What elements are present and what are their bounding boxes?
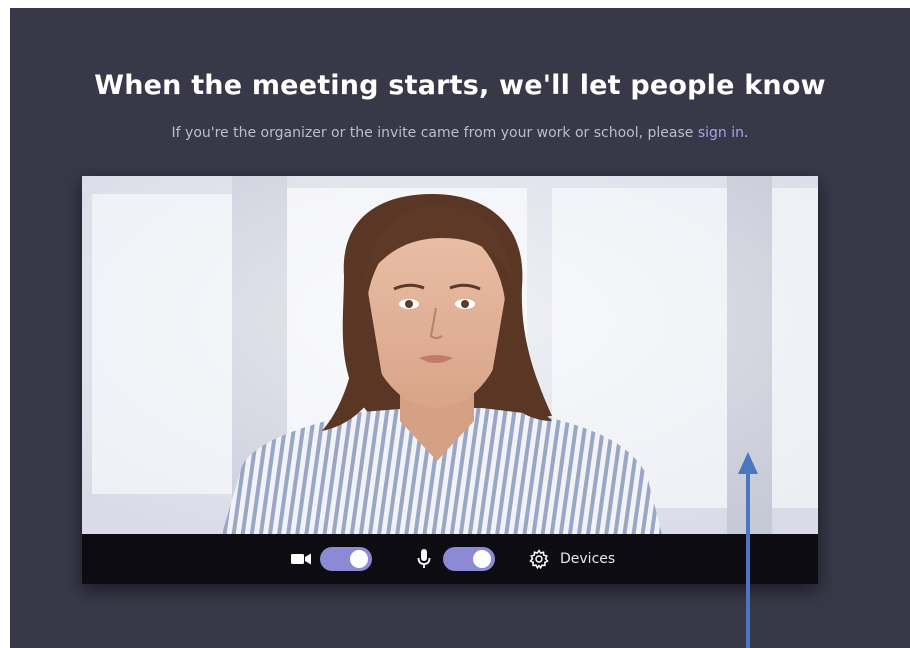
microphone-icon: [413, 548, 435, 570]
camera-toggle[interactable]: [320, 547, 372, 571]
sign-in-hint-text: If you're the organizer or the invite ca…: [171, 125, 698, 141]
sign-in-link[interactable]: sign in: [698, 125, 744, 141]
device-controls-bar: Devices: [82, 534, 818, 584]
video-preview-panel: Devices: [82, 176, 818, 584]
camera-control: [290, 534, 372, 584]
sign-in-hint-period: .: [744, 125, 749, 141]
microphone-toggle[interactable]: [443, 547, 495, 571]
microphone-control: [413, 534, 495, 584]
sign-in-hint: If you're the organizer or the invite ca…: [10, 125, 910, 141]
devices-button[interactable]: Devices: [528, 534, 615, 584]
microphone-toggle-knob: [473, 550, 491, 568]
camera-preview: [82, 176, 818, 534]
gear-icon: [528, 548, 550, 570]
devices-label: Devices: [560, 551, 616, 567]
meeting-prejoin-screen: When the meeting starts, we'll let peopl…: [10, 8, 910, 648]
page-title: When the meeting starts, we'll let peopl…: [94, 70, 826, 101]
camera-feed-image: [82, 176, 818, 534]
camera-icon: [290, 548, 312, 570]
camera-toggle-knob: [350, 550, 368, 568]
